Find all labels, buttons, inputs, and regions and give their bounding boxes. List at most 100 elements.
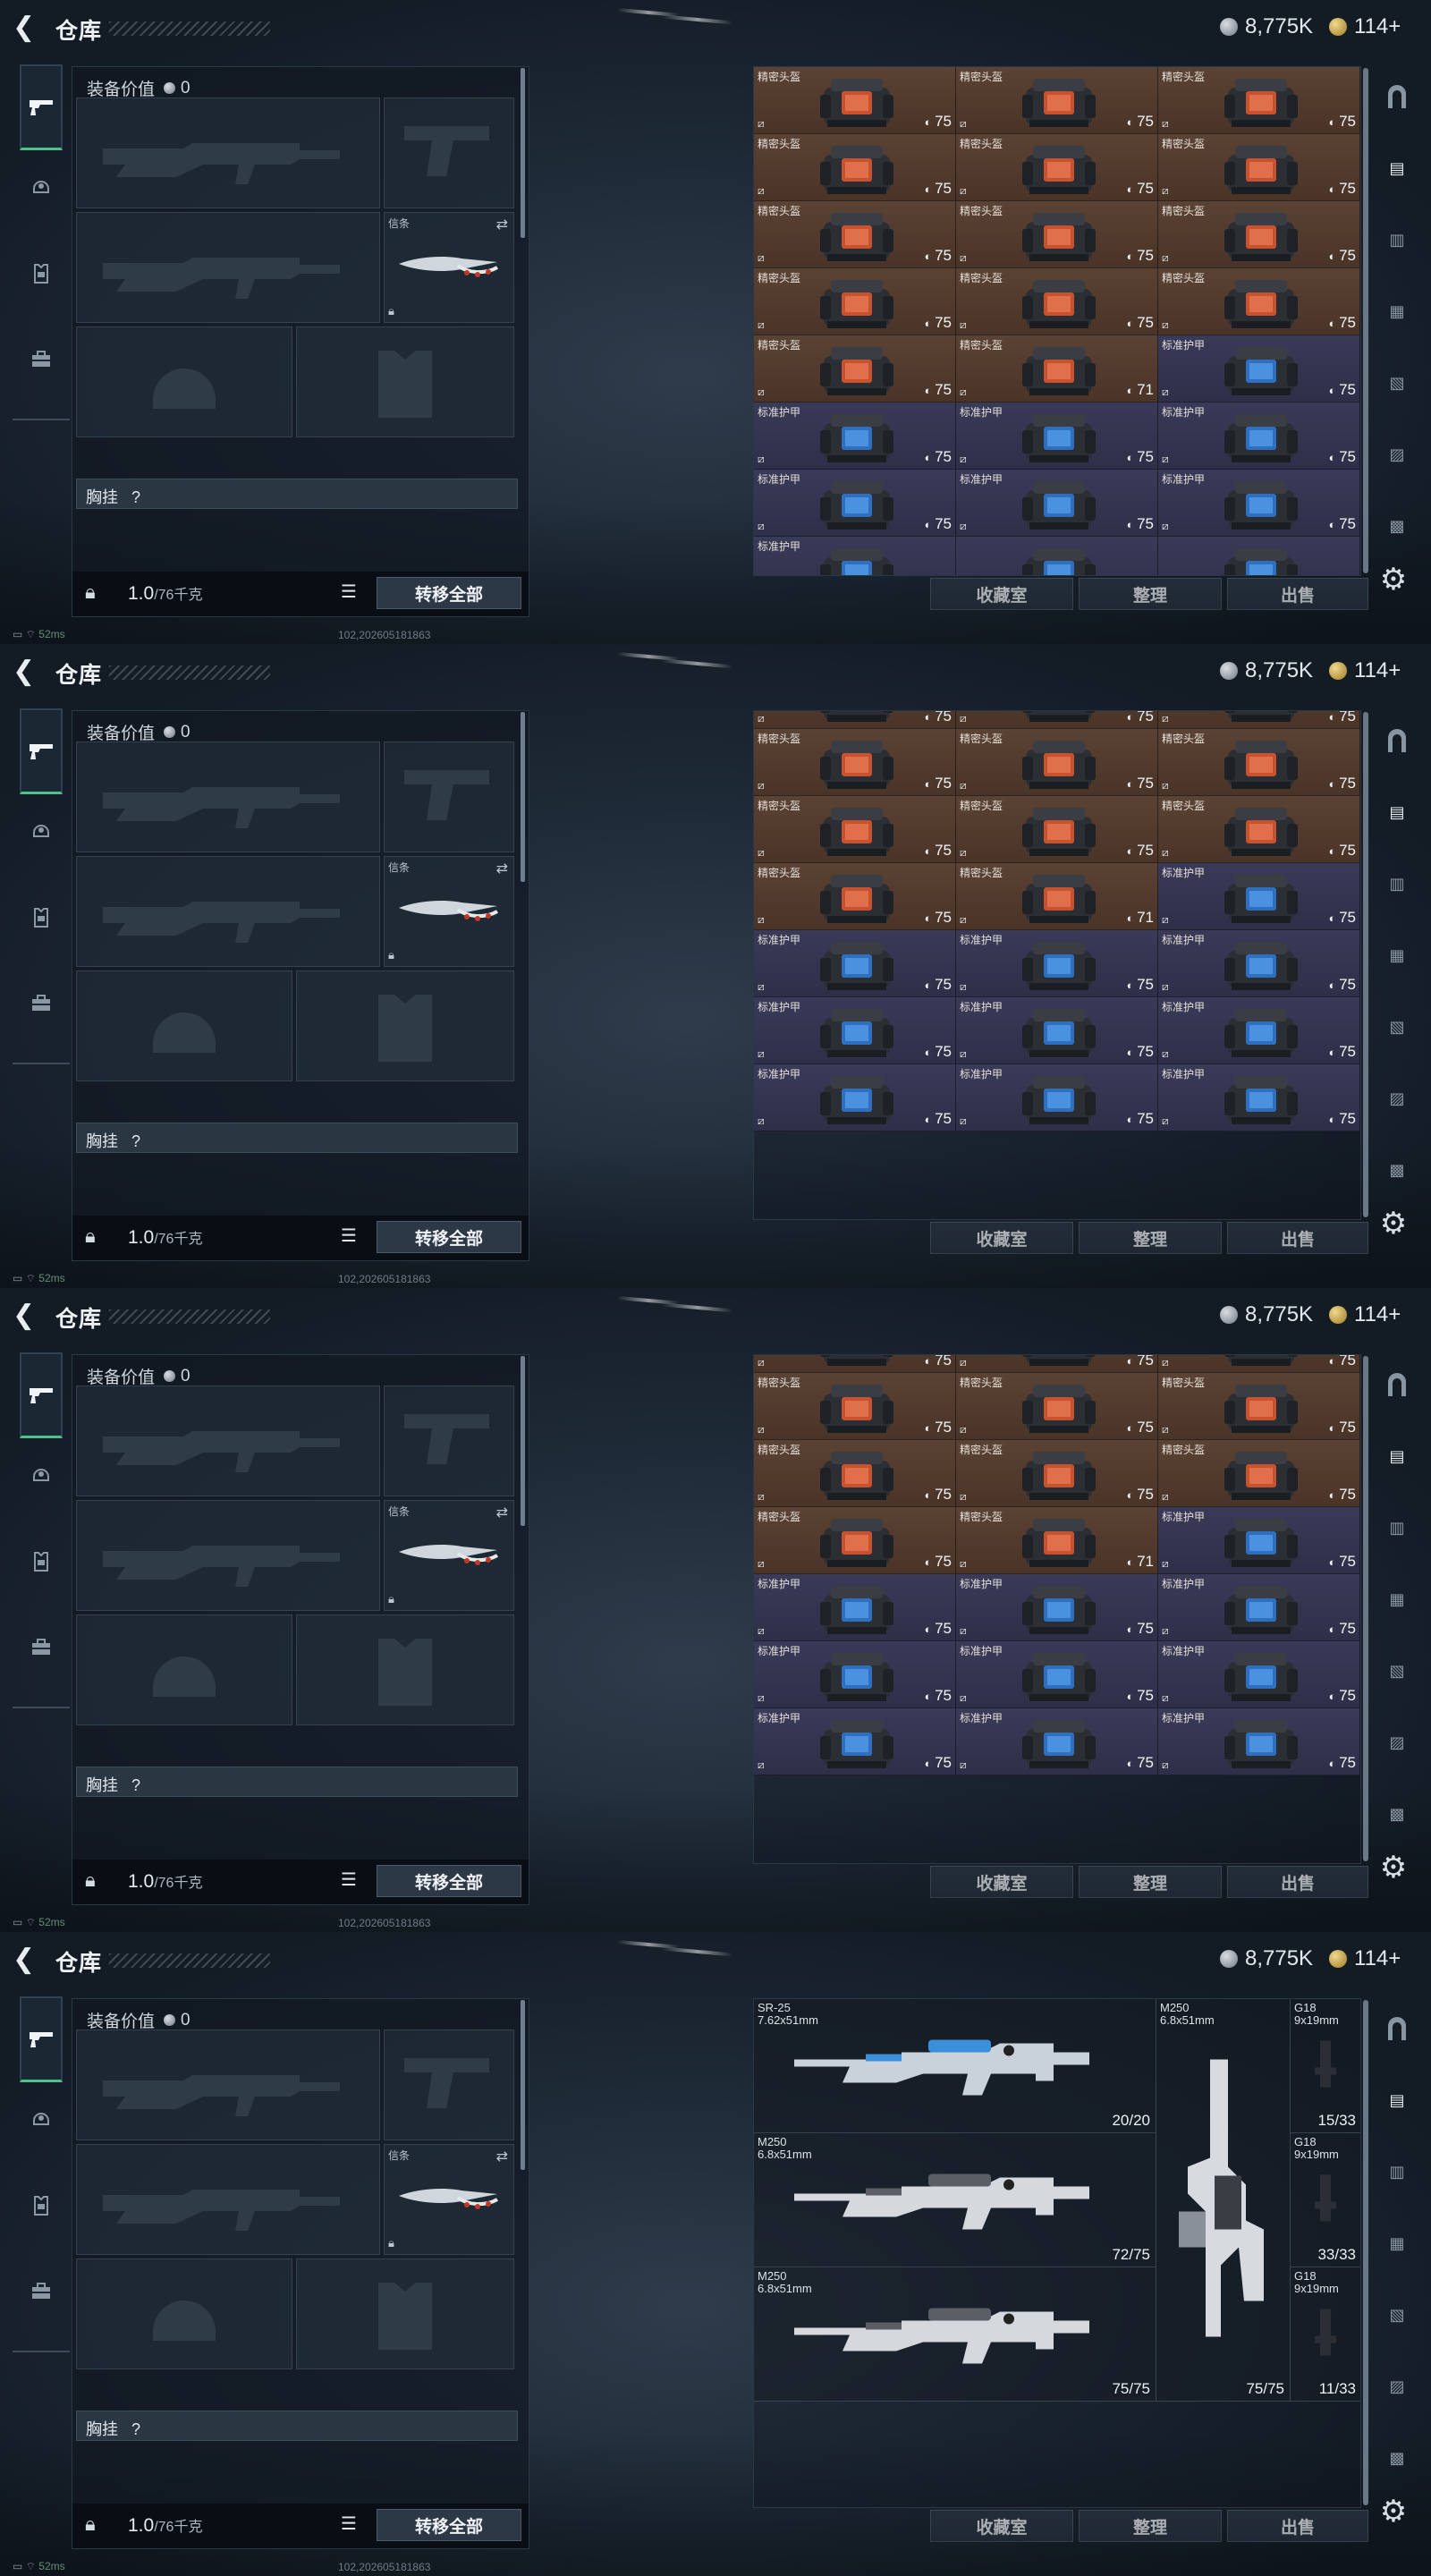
weapon-tile-g18[interactable]: G18 9x19mm 15/33: [1291, 1999, 1360, 2133]
sidearm-slot[interactable]: [384, 1385, 514, 1496]
helmet-item-tile[interactable]: 精密头盔 ⧄ ◐ 75: [956, 67, 1158, 134]
sort-button[interactable]: 整理: [1079, 578, 1222, 610]
chest-rig-help-icon[interactable]: ?: [131, 2420, 140, 2438]
armor-item-tile[interactable]: 标准护甲 ⧄ ◐ 75: [1158, 470, 1360, 537]
tab-backpack-icon[interactable]: [20, 2270, 63, 2313]
helmet-item-tile[interactable]: 精密头盔 ⧄ ◐ 75: [1158, 268, 1360, 335]
secondary-weapon-slot[interactable]: [76, 212, 380, 323]
storage-scrollbar[interactable]: [1363, 1356, 1368, 1861]
back-arrow-icon[interactable]: ❮: [13, 14, 38, 41]
tab-backpack-icon[interactable]: [20, 982, 63, 1025]
sell-button[interactable]: 出售: [1227, 578, 1368, 610]
sidearm-slot[interactable]: [384, 2029, 514, 2140]
helmet-item-tile[interactable]: ⧄ ◐ 75: [754, 1355, 956, 1373]
tab-weapons-icon[interactable]: [20, 1996, 63, 2082]
transfer-all-button[interactable]: 转移全部: [377, 2509, 521, 2541]
melee-slot[interactable]: 信条 ⇄ 🔒︎: [384, 2144, 514, 2255]
helmet-item-tile[interactable]: 精密头盔 ⧄ ◐ 75: [956, 1373, 1158, 1440]
tab-helmet-icon[interactable]: [20, 2097, 63, 2140]
settings-gear-icon[interactable]: ⚙: [1376, 2494, 1411, 2529]
gold-currency[interactable]: 114+: [1329, 1302, 1401, 1327]
helmet-item-tile[interactable]: 精密头盔 ⧄ ◐ 75: [956, 1440, 1158, 1507]
armor-item-tile[interactable]: ⧄: [1158, 537, 1360, 575]
filter-medical-icon[interactable]: ▨: [1381, 2370, 1413, 2402]
armor-item-tile[interactable]: 标准护甲 ⧄ ◐ 75: [956, 1064, 1158, 1131]
tab-backpack-icon[interactable]: [20, 1626, 63, 1669]
back-arrow-icon[interactable]: ❮: [13, 1302, 38, 1329]
primary-weapon-slot[interactable]: [76, 2029, 380, 2140]
collection-room-button[interactable]: 收藏室: [930, 2510, 1073, 2542]
body-armor-slot[interactable]: [296, 970, 514, 1081]
list-view-icon[interactable]: ☰: [341, 1224, 364, 1248]
tab-armor-icon[interactable]: [20, 2184, 63, 2227]
melee-slot[interactable]: 信条 ⇄ 🔒︎: [384, 1500, 514, 1611]
armor-item-tile[interactable]: 标准护甲 ⧄ ◐ 75: [754, 997, 956, 1064]
armor-item-tile[interactable]: 标准护甲 ⧄ ◐ 75: [754, 1708, 956, 1775]
filter-ammo-icon[interactable]: ▥: [1381, 2156, 1413, 2188]
gold-currency[interactable]: 114+: [1329, 1946, 1401, 1971]
helmet-item-tile[interactable]: 精密头盔 ⧄ ◐ 75: [956, 201, 1158, 268]
list-view-icon[interactable]: ☰: [341, 2512, 364, 2536]
helmet-item-tile[interactable]: 精密头盔 ⧄ ◐ 75: [754, 796, 956, 863]
settings-gear-icon[interactable]: ⚙: [1376, 562, 1411, 597]
secondary-weapon-slot[interactable]: [76, 2144, 380, 2255]
helmet-slot[interactable]: [76, 2258, 292, 2369]
primary-weapon-slot[interactable]: [76, 741, 380, 852]
back-arrow-icon[interactable]: ❮: [13, 658, 38, 685]
filter-gear-icon[interactable]: ▦: [1381, 1583, 1413, 1615]
tab-armor-icon[interactable]: [20, 252, 63, 295]
weapon-tile-m250[interactable]: M250 6.8x51mm 72/75: [754, 2133, 1156, 2267]
filter-medical-icon[interactable]: ▨: [1381, 1726, 1413, 1758]
tab-helmet-icon[interactable]: [20, 165, 63, 208]
armor-item-tile[interactable]: 标准护甲 ⧄ ◐ 75: [754, 402, 956, 470]
swap-icon[interactable]: ⇄: [496, 216, 508, 233]
helmet-item-tile[interactable]: 精密头盔 ⧄ ◐ 75: [956, 729, 1158, 796]
chest-rig-bar[interactable]: 胸挂 ?: [76, 479, 518, 509]
armor-item-tile[interactable]: 标准护甲⧄: [754, 537, 956, 575]
chest-rig-help-icon[interactable]: ?: [131, 1776, 140, 1794]
helmet-slot[interactable]: [76, 970, 292, 1081]
armor-item-tile[interactable]: 标准护甲 ⧄ ◐ 75: [1158, 402, 1360, 470]
filter-medical-icon[interactable]: ▨: [1381, 1082, 1413, 1114]
armor-item-tile[interactable]: 标准护甲 ⧄ ◐ 75: [1158, 863, 1360, 930]
collection-room-button[interactable]: 收藏室: [930, 578, 1073, 610]
sort-button[interactable]: 整理: [1079, 1222, 1222, 1254]
body-armor-slot[interactable]: [296, 326, 514, 437]
filter-misc-icon[interactable]: ▩: [1381, 510, 1413, 542]
swap-icon[interactable]: ⇄: [496, 1504, 508, 1521]
transfer-all-button[interactable]: 转移全部: [377, 1221, 521, 1253]
armor-item-tile[interactable]: 标准护甲 ⧄ ◐ 75: [1158, 1708, 1360, 1775]
helmet-item-tile[interactable]: 精密头盔 ⧄ ◐ 75: [754, 863, 956, 930]
filter-gear-icon[interactable]: ▦: [1381, 295, 1413, 327]
helmet-item-tile[interactable]: 精密头盔 ⧄ ◐ 75: [1158, 201, 1360, 268]
secondary-weapon-slot[interactable]: [76, 856, 380, 967]
tab-weapons-icon[interactable]: [20, 64, 63, 150]
filter-gear-icon[interactable]: ▦: [1381, 2227, 1413, 2259]
helmet-item-tile[interactable]: 精密头盔 ⧄ ◐ 75: [754, 1373, 956, 1440]
filter-all-icon[interactable]: [1381, 80, 1413, 113]
armor-item-tile[interactable]: 标准护甲 ⧄ ◐ 75: [956, 1574, 1158, 1641]
list-view-icon[interactable]: ☰: [341, 1868, 364, 1892]
melee-slot[interactable]: 信条 ⇄ 🔒︎: [384, 856, 514, 967]
swap-icon[interactable]: ⇄: [496, 860, 508, 877]
filter-medical-icon[interactable]: ▨: [1381, 438, 1413, 470]
helmet-item-tile[interactable]: 精密头盔 ⧄ ◐ 75: [754, 201, 956, 268]
chest-rig-bar[interactable]: 胸挂 ?: [76, 1123, 518, 1153]
armor-item-tile[interactable]: 标准护甲 ⧄ ◐ 75: [1158, 1507, 1360, 1574]
armor-item-tile[interactable]: 标准护甲 ⧄ ◐ 75: [1158, 1574, 1360, 1641]
armor-item-tile[interactable]: 标准护甲 ⧄ ◐ 75: [956, 930, 1158, 997]
filter-weapons-icon[interactable]: ▤: [1381, 796, 1413, 828]
sell-button[interactable]: 出售: [1227, 2510, 1368, 2542]
tab-backpack-icon[interactable]: [20, 338, 63, 381]
settings-gear-icon[interactable]: ⚙: [1376, 1206, 1411, 1241]
armor-item-tile[interactable]: 标准护甲 ⧄ ◐ 75: [754, 1574, 956, 1641]
chest-rig-bar[interactable]: 胸挂 ?: [76, 2411, 518, 2441]
transfer-all-button[interactable]: 转移全部: [377, 577, 521, 609]
filter-gear-icon[interactable]: ▦: [1381, 939, 1413, 971]
armor-item-tile[interactable]: 标准护甲 ⧄ ◐ 75: [956, 1708, 1158, 1775]
helmet-item-tile[interactable]: 精密头盔 ⧄ ◐ 75: [754, 729, 956, 796]
helmet-item-tile[interactable]: 精密头盔 ⧄ ◐ 75: [1158, 729, 1360, 796]
gold-currency[interactable]: 114+: [1329, 14, 1401, 39]
filter-all-icon[interactable]: [1381, 2012, 1413, 2045]
collection-room-button[interactable]: 收藏室: [930, 1866, 1073, 1898]
